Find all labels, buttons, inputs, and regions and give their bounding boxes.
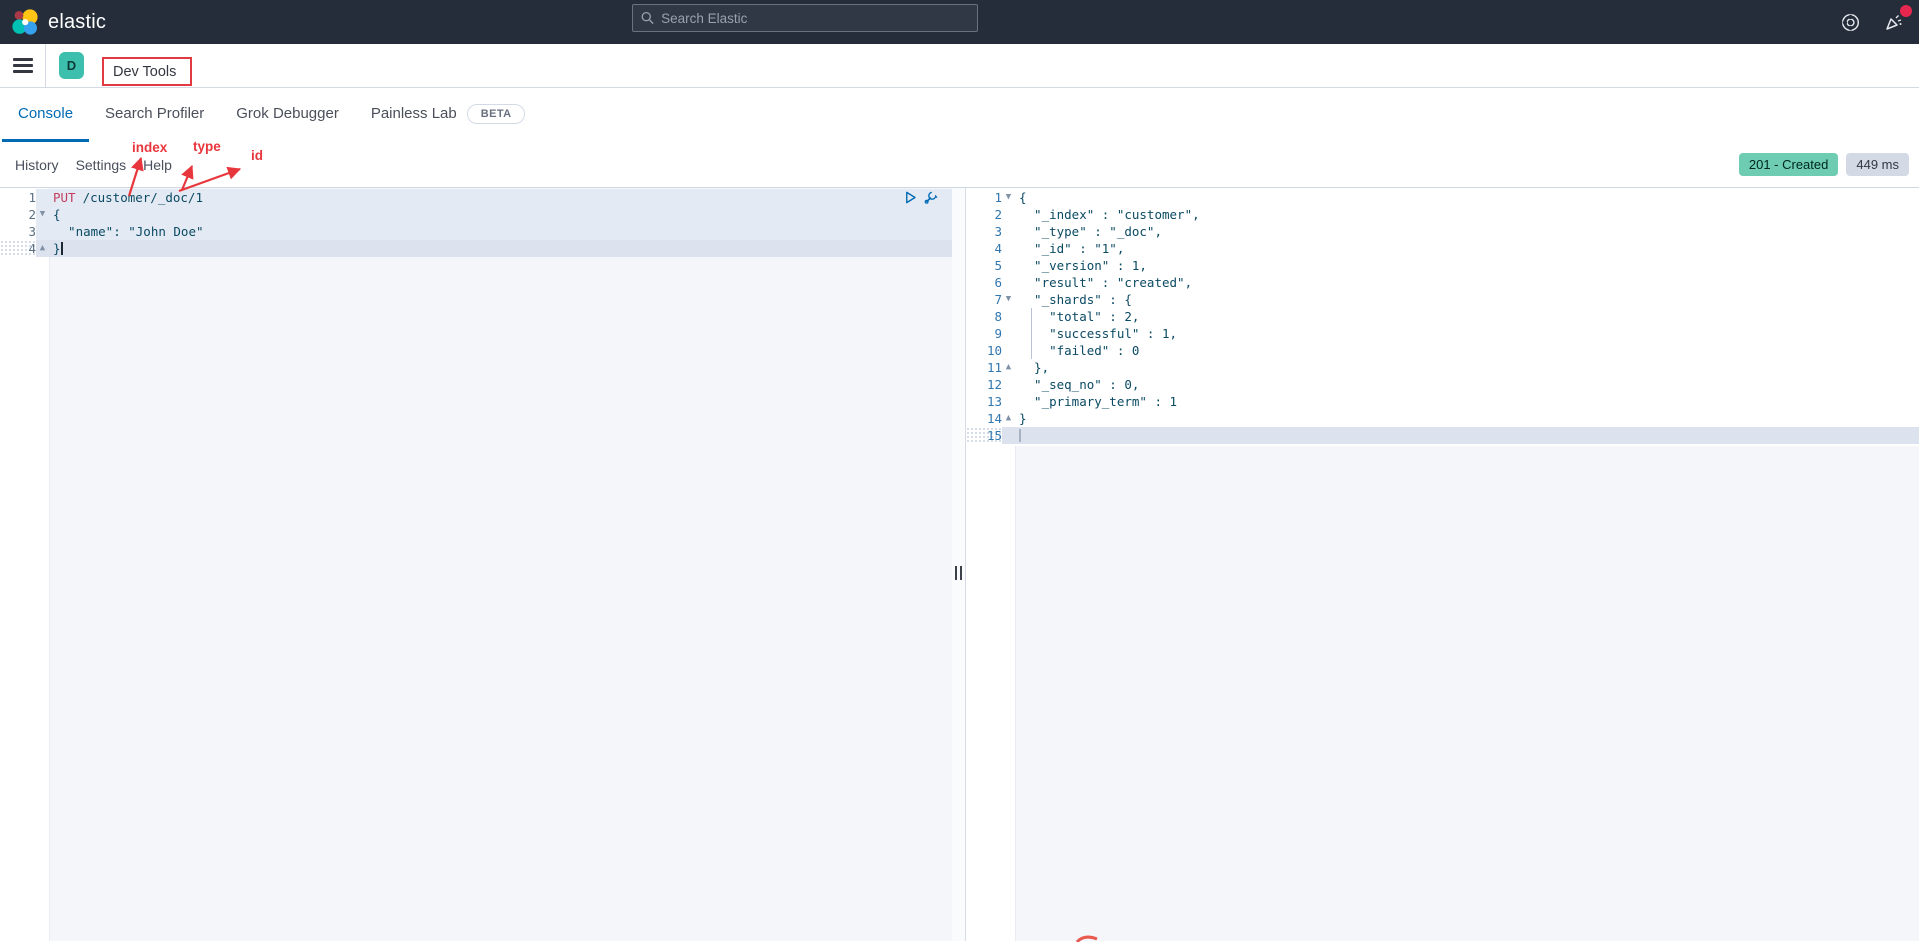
response-line: 5 "_version" : 1, [966,257,1919,274]
history-menu[interactable]: History [15,157,59,173]
request-line[interactable]: 1 PUT/customer/_doc/1 [0,189,952,206]
fold-open-icon[interactable]: ▼ [36,206,49,223]
response-line: 2 "_index" : "customer", [966,206,1919,223]
notification-dot [1900,5,1912,17]
fold-close-icon[interactable]: ▲ [1002,410,1015,427]
console-toolbar: History Settings Help 201 - Created 449 … [0,142,1919,188]
help-icon[interactable] [1839,11,1861,33]
line-number: 4 [0,240,36,257]
logo-wordmark: elastic [48,11,106,34]
fold-open-icon[interactable]: ▼ [1002,291,1015,308]
line-number: 1 [0,189,36,206]
help-menu[interactable]: Help [143,157,172,173]
request-line[interactable]: 3 "name": "John Doe" [0,223,952,240]
request-url-line[interactable]: PUT/customer/_doc/1 [49,189,952,206]
console-workspace: 1 PUT/customer/_doc/1 2 ▼ { [0,188,1919,941]
request-line-active[interactable]: 4 ▲ } [0,240,952,257]
line-number: 2 [0,206,36,223]
response-line: 12 "_seq_no" : 0, [966,376,1919,393]
response-line: 4 "_id" : "1", [966,240,1919,257]
response-line: 6 "result" : "created", [966,274,1919,291]
devtools-tabs: Console Search Profiler Grok Debugger Pa… [0,88,1919,142]
response-line: 13 "_primary_term" : 1 [966,393,1919,410]
response-line: 10 "failed" : 0 [966,342,1919,359]
http-method: PUT [53,190,76,205]
breadcrumb[interactable]: Dev Tools [113,64,176,80]
request-editor[interactable]: 1 PUT/customer/_doc/1 2 ▼ { [0,188,952,941]
response-line-active: 15 [966,427,1919,444]
global-search[interactable] [632,4,978,32]
space-avatar[interactable]: D [59,52,84,79]
panel-resizer[interactable] [952,188,966,941]
request-path: /customer/_doc/1 [83,190,203,205]
text-cursor [1019,429,1021,442]
annotation-red-box: Dev Tools [102,57,192,86]
response-line: 9 "successful" : 1, [966,325,1919,342]
response-line: 7 ▼ "_shards" : { [966,291,1919,308]
global-header: elastic [0,0,1919,44]
resizer-grip-icon [955,566,962,580]
settings-menu[interactable]: Settings [76,157,127,173]
request-line[interactable]: 2 ▼ { [0,206,952,223]
tab-console[interactable]: Console [2,88,89,142]
wrench-settings-icon[interactable] [923,190,938,205]
tab-painless-lab[interactable]: Painless Lab BETA [355,88,542,142]
response-line: 14 ▲ } [966,410,1919,427]
breadcrumb-bar: D Dev Tools [0,44,1919,88]
response-line: 11 ▲ }, [966,359,1919,376]
elastic-logo[interactable]: elastic [0,9,106,36]
fold-open-icon[interactable]: ▼ [1002,189,1015,206]
menu-hamburger-icon[interactable] [0,44,46,87]
newsfeed-party-popper-icon[interactable] [1883,11,1905,33]
tab-grok-debugger[interactable]: Grok Debugger [220,88,355,142]
fold-close-icon[interactable]: ▲ [1002,359,1015,376]
beta-badge: BETA [467,104,526,124]
tab-search-profiler[interactable]: Search Profiler [89,88,220,142]
search-icon [641,11,654,25]
line-number: 3 [0,223,36,240]
fold-close-icon[interactable]: ▲ [36,240,49,257]
text-cursor [61,242,63,255]
response-line: 8 "total" : 2, [966,308,1919,325]
status-badge: 201 - Created [1739,153,1839,176]
send-request-play-icon[interactable] [903,190,918,205]
response-line: 1 ▼ { [966,189,1919,206]
elastic-logo-icon [12,9,39,36]
response-viewer[interactable]: 1 ▼ { 2 "_index" : "customer", 3 "_type"… [966,188,1919,941]
response-time-badge: 449 ms [1846,153,1909,176]
response-line: 3 "_type" : "_doc", [966,223,1919,240]
search-input[interactable] [661,11,969,26]
